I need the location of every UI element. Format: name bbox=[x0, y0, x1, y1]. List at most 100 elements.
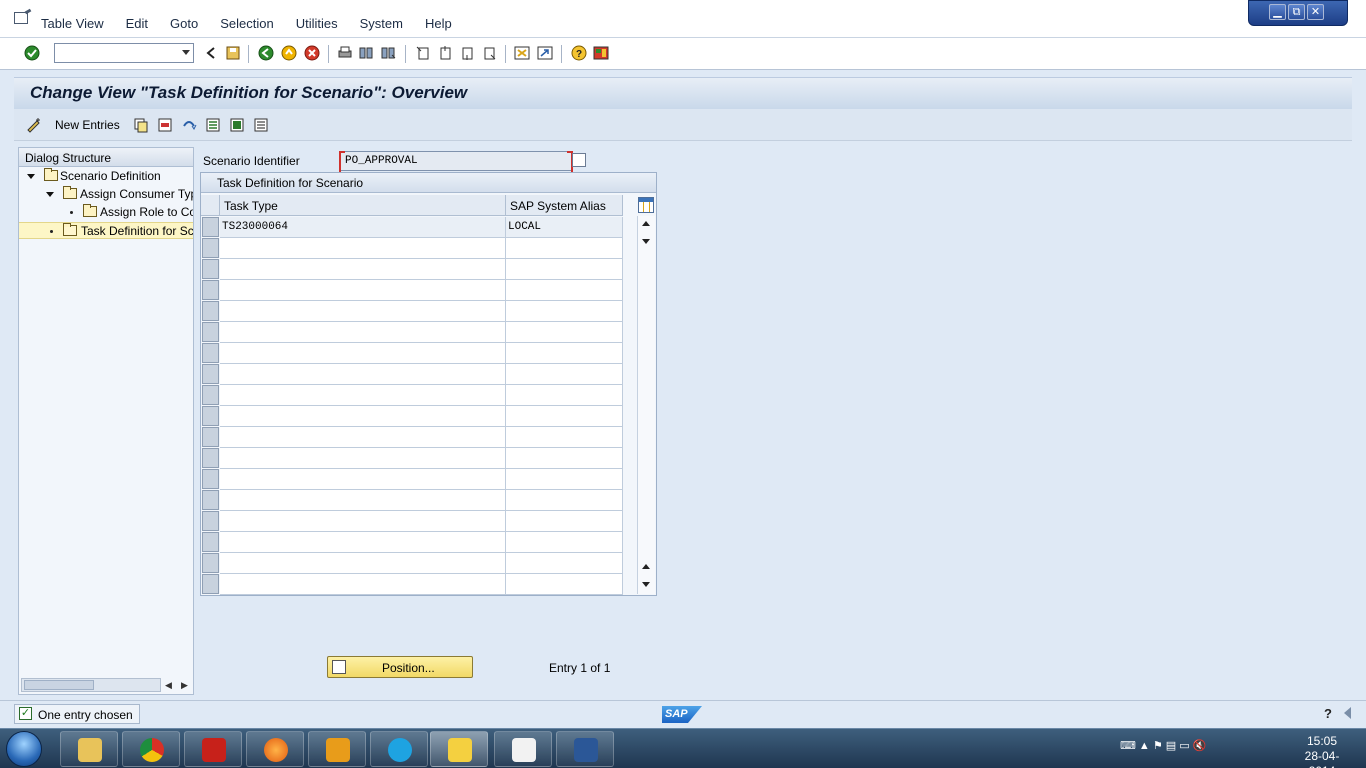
enter-icon[interactable] bbox=[24, 45, 40, 61]
help-icon[interactable]: ? bbox=[1324, 706, 1332, 721]
table-settings-icon[interactable] bbox=[638, 197, 654, 213]
row-selector[interactable] bbox=[202, 322, 219, 342]
cell-sap-system-alias[interactable] bbox=[506, 553, 623, 574]
print-icon[interactable] bbox=[337, 45, 353, 61]
cell-sap-system-alias[interactable] bbox=[506, 448, 623, 469]
row-selector[interactable] bbox=[202, 406, 219, 426]
cell-task-type[interactable] bbox=[220, 385, 506, 406]
column-header-sap-system-alias[interactable]: SAP System Alias bbox=[506, 195, 623, 216]
taskbar-notepad[interactable] bbox=[494, 731, 552, 767]
cell-task-type[interactable] bbox=[220, 343, 506, 364]
system-clock[interactable]: 15:05 28-04-2014 bbox=[1294, 734, 1350, 768]
value-help-icon[interactable] bbox=[572, 153, 586, 167]
menu-item-table-view[interactable]: Table View bbox=[41, 16, 104, 31]
taskbar-acrobat[interactable] bbox=[184, 731, 242, 767]
row-selector[interactable] bbox=[202, 511, 219, 531]
expand-triangle-icon[interactable] bbox=[46, 192, 54, 197]
new-entries-button[interactable]: New Entries bbox=[55, 118, 120, 132]
shortcut-icon[interactable] bbox=[537, 45, 553, 61]
cell-task-type[interactable] bbox=[220, 448, 506, 469]
tree-node-assign-consumer-type[interactable]: Assign Consumer Typ bbox=[19, 186, 193, 203]
menu-item-edit[interactable]: Edit bbox=[126, 16, 148, 31]
status-message[interactable]: ✓ One entry chosen bbox=[14, 704, 140, 724]
help-icon[interactable]: ? bbox=[571, 45, 587, 61]
row-selector[interactable] bbox=[202, 301, 219, 321]
taskbar-chrome[interactable] bbox=[122, 731, 180, 767]
close-button[interactable]: ✕ bbox=[1307, 4, 1324, 20]
cell-sap-system-alias[interactable] bbox=[506, 427, 623, 448]
row-selector[interactable] bbox=[202, 427, 219, 447]
command-field[interactable] bbox=[54, 43, 194, 63]
cell-task-type[interactable] bbox=[220, 322, 506, 343]
start-button[interactable] bbox=[6, 731, 42, 767]
column-header-task-type[interactable]: Task Type bbox=[220, 195, 506, 216]
select-all-rows-header[interactable] bbox=[201, 195, 220, 216]
row-selector[interactable] bbox=[202, 553, 219, 573]
first-page-icon[interactable] bbox=[415, 45, 431, 61]
exit-icon[interactable] bbox=[281, 45, 297, 61]
cell-task-type[interactable] bbox=[220, 259, 506, 280]
cell-task-type[interactable] bbox=[220, 427, 506, 448]
row-selector[interactable] bbox=[202, 574, 219, 594]
menu-item-goto[interactable]: Goto bbox=[170, 16, 198, 31]
minimize-button[interactable]: ▁ bbox=[1269, 4, 1286, 20]
row-selector[interactable] bbox=[202, 238, 219, 258]
cell-sap-system-alias[interactable] bbox=[506, 511, 623, 532]
cell-task-type[interactable] bbox=[220, 280, 506, 301]
cell-sap-system-alias[interactable] bbox=[506, 280, 623, 301]
scroll-right-icon[interactable]: ▶ bbox=[181, 680, 188, 691]
scenario-identifier-field[interactable]: PO_APPROVAL bbox=[339, 151, 573, 175]
taskbar-word[interactable] bbox=[556, 731, 614, 767]
cell-sap-system-alias[interactable] bbox=[506, 343, 623, 364]
cell-sap-system-alias[interactable] bbox=[506, 490, 623, 511]
row-selector[interactable] bbox=[202, 448, 219, 468]
tree-node-task-definition[interactable]: Task Definition for Sc bbox=[19, 222, 193, 239]
last-page-icon[interactable] bbox=[481, 45, 497, 61]
cell-task-type[interactable] bbox=[220, 553, 506, 574]
copy-as-icon[interactable] bbox=[133, 117, 149, 133]
expand-triangle-icon[interactable] bbox=[27, 174, 35, 179]
taskbar-firefox[interactable] bbox=[246, 731, 304, 767]
previous-page-icon[interactable] bbox=[437, 45, 453, 61]
row-selector[interactable] bbox=[202, 217, 219, 237]
status-toggle-icon[interactable] bbox=[1344, 707, 1351, 719]
row-selector[interactable] bbox=[202, 469, 219, 489]
cell-task-type[interactable]: TS23000064 bbox=[220, 217, 506, 238]
row-selector[interactable] bbox=[202, 259, 219, 279]
undo-change-icon[interactable] bbox=[181, 117, 197, 133]
menu-item-utilities[interactable]: Utilities bbox=[296, 16, 338, 31]
position-button[interactable]: Position... bbox=[327, 656, 473, 678]
cell-task-type[interactable] bbox=[220, 574, 506, 595]
cell-task-type[interactable] bbox=[220, 238, 506, 259]
cell-sap-system-alias[interactable] bbox=[506, 259, 623, 280]
taskbar-outlook[interactable] bbox=[308, 731, 366, 767]
cell-sap-system-alias[interactable] bbox=[506, 301, 623, 322]
cell-task-type[interactable] bbox=[220, 490, 506, 511]
find-next-icon[interactable] bbox=[380, 45, 396, 61]
tree-horizontal-scrollbar[interactable] bbox=[21, 678, 161, 692]
tree-node-scenario-definition[interactable]: Scenario Definition bbox=[19, 168, 193, 185]
menu-item-system[interactable]: System bbox=[360, 16, 403, 31]
cell-task-type[interactable] bbox=[220, 364, 506, 385]
taskbar-windows-explorer[interactable] bbox=[60, 731, 118, 767]
scroll-up-icon[interactable] bbox=[642, 221, 650, 226]
customize-layout-icon[interactable] bbox=[593, 45, 609, 61]
row-selector[interactable] bbox=[202, 343, 219, 363]
row-selector[interactable] bbox=[202, 280, 219, 300]
cell-task-type[interactable] bbox=[220, 532, 506, 553]
cell-sap-system-alias[interactable] bbox=[506, 238, 623, 259]
menu-item-selection[interactable]: Selection bbox=[220, 16, 273, 31]
delete-icon[interactable] bbox=[157, 117, 173, 133]
taskbar-sap-logon[interactable] bbox=[430, 731, 488, 767]
cell-sap-system-alias[interactable] bbox=[506, 406, 623, 427]
select-all-icon[interactable] bbox=[205, 117, 221, 133]
scroll-up-icon[interactable] bbox=[642, 564, 650, 569]
select-block-icon[interactable] bbox=[229, 117, 245, 133]
cell-task-type[interactable] bbox=[220, 406, 506, 427]
save-icon[interactable] bbox=[225, 45, 241, 61]
scrollbar-thumb[interactable] bbox=[24, 680, 94, 690]
menu-item-help[interactable]: Help bbox=[425, 16, 452, 31]
cell-task-type[interactable] bbox=[220, 469, 506, 490]
find-icon[interactable] bbox=[358, 45, 374, 61]
cell-sap-system-alias[interactable] bbox=[506, 532, 623, 553]
